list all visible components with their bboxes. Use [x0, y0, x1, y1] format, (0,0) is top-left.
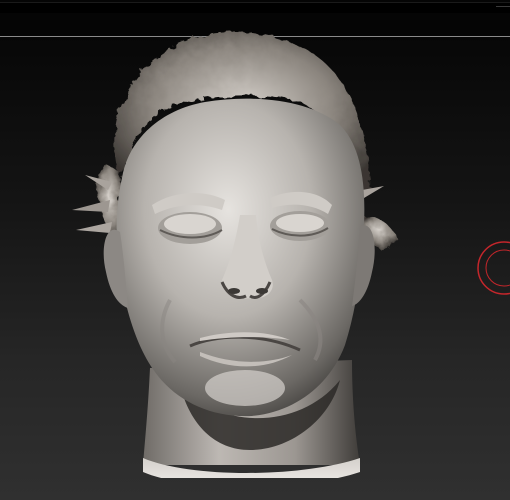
zbrush-app-window	[0, 0, 510, 500]
toolbar-corner-marker	[496, 6, 510, 10]
sculpted-head-model[interactable]	[60, 18, 410, 478]
transpose-circle-icon[interactable]	[474, 238, 510, 298]
toolbar-strip	[0, 2, 510, 13]
